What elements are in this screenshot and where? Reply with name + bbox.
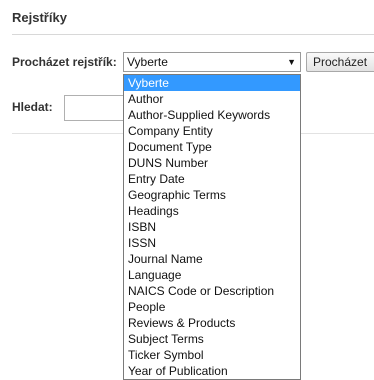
- browse-button[interactable]: Procházet: [306, 52, 374, 72]
- divider: [12, 34, 374, 35]
- dropdown-option[interactable]: Headings: [124, 203, 300, 219]
- search-label: Hledat:: [12, 100, 53, 114]
- index-dropdown-list[interactable]: Vyberte Author Author-Supplied Keywords Com…: [123, 74, 301, 380]
- dropdown-option[interactable]: Language: [124, 267, 300, 283]
- index-select[interactable]: Vyberte ▼: [123, 52, 301, 72]
- browse-index-label: Procházet rejstřík:: [12, 55, 117, 69]
- dropdown-option[interactable]: Geographic Terms: [124, 187, 300, 203]
- dropdown-option[interactable]: Subject Terms: [124, 331, 300, 347]
- dropdown-option[interactable]: DUNS Number: [124, 155, 300, 171]
- dropdown-option[interactable]: NAICS Code or Description: [124, 283, 300, 299]
- dropdown-option[interactable]: ISSN: [124, 235, 300, 251]
- dropdown-option[interactable]: ISBN: [124, 219, 300, 235]
- dropdown-option[interactable]: Company Entity: [124, 123, 300, 139]
- dropdown-option[interactable]: Ticker Symbol: [124, 347, 300, 363]
- dropdown-option[interactable]: People: [124, 299, 300, 315]
- dropdown-option[interactable]: Vyberte: [124, 75, 300, 91]
- dropdown-option[interactable]: Year of Publication: [124, 363, 300, 379]
- dropdown-option[interactable]: Reviews & Products: [124, 315, 300, 331]
- dropdown-option[interactable]: Author-Supplied Keywords: [124, 107, 300, 123]
- triangle-down-icon: ▼: [287, 57, 296, 67]
- page-title: Rejstříky: [12, 10, 67, 25]
- dropdown-option[interactable]: Entry Date: [124, 171, 300, 187]
- dropdown-option[interactable]: Author: [124, 91, 300, 107]
- dropdown-option[interactable]: Journal Name: [124, 251, 300, 267]
- index-select-value: Vyberte: [127, 55, 168, 69]
- dropdown-option[interactable]: Document Type: [124, 139, 300, 155]
